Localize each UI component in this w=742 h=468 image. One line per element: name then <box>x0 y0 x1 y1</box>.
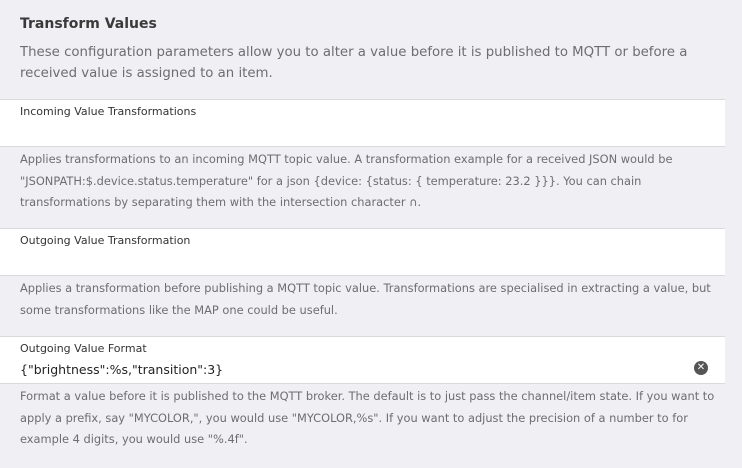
outgoing-value-format-input[interactable] <box>20 359 690 379</box>
section-description: These configuration parameters allow you… <box>20 45 688 81</box>
incoming-value-transformations-input[interactable] <box>20 122 690 142</box>
outgoing-value-format-hint: Format a value before it is published to… <box>20 389 715 446</box>
incoming-value-transformations-hint: Applies transformations to an incoming M… <box>20 152 673 209</box>
outgoing-value-format-field[interactable]: Outgoing Value Format ✕ <box>0 336 725 384</box>
section-title: Transform Values <box>20 16 157 32</box>
outgoing-value-transformation-hint: Applies a transformation before publishi… <box>20 281 711 317</box>
outgoing-value-format-label: Outgoing Value Format <box>20 342 147 355</box>
incoming-value-transformations-label: Incoming Value Transformations <box>20 105 197 118</box>
outgoing-value-transformation-field[interactable]: Outgoing Value Transformation <box>0 228 725 276</box>
outgoing-value-transformation-label: Outgoing Value Transformation <box>20 234 191 247</box>
incoming-value-transformations-field[interactable]: Incoming Value Transformations <box>0 99 725 147</box>
clear-circle-icon[interactable]: ✕ <box>694 361 708 375</box>
outgoing-value-transformation-input[interactable] <box>20 251 690 271</box>
